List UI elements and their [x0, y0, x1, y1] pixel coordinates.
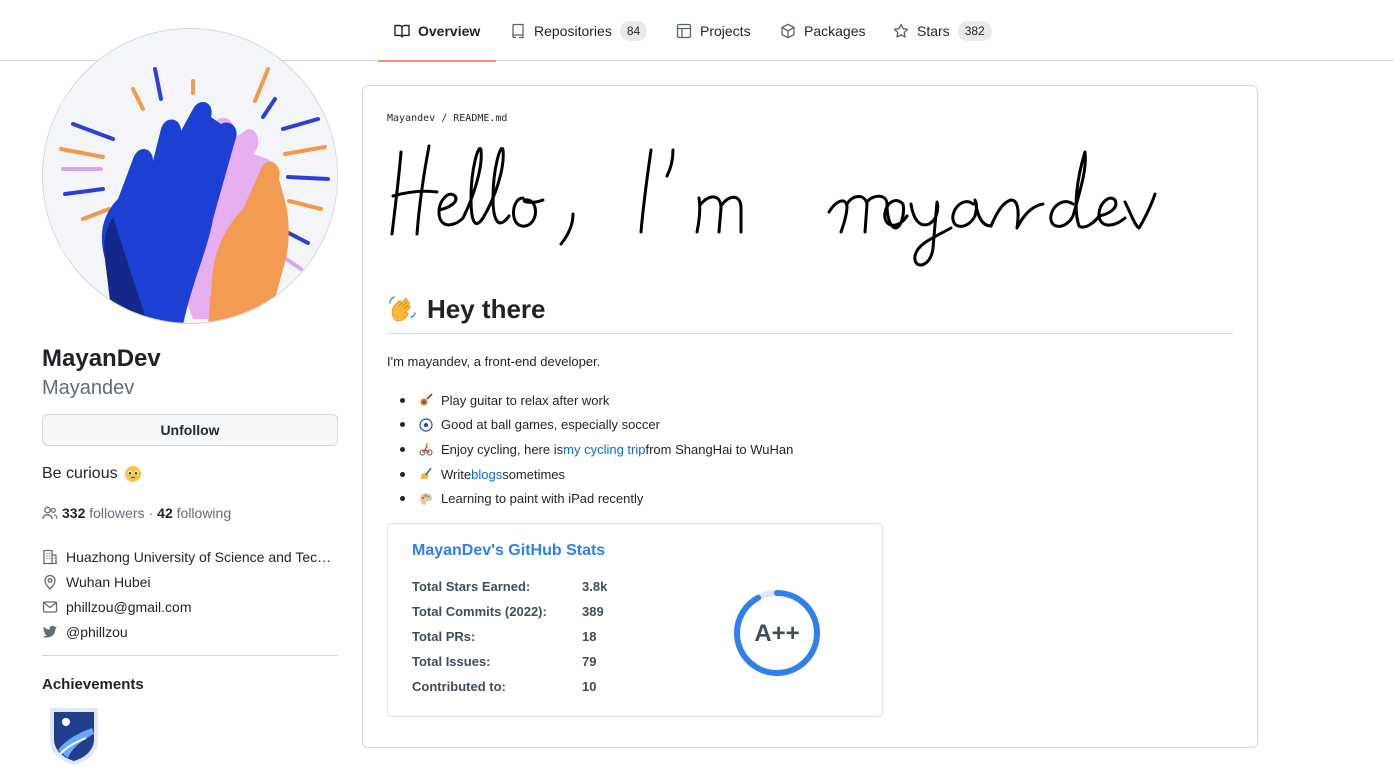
readme-hobbies-list: Play guitar to relax after work Good at …: [387, 388, 793, 511]
hobby-text-after: from ShangHai to WuHan: [645, 441, 794, 457]
stats-value: 79: [582, 654, 597, 669]
organization-text: Huazhong University of Science and Techn…: [66, 548, 338, 565]
star-icon: [893, 23, 909, 38]
hobby-text: Good at ball games, especially soccer: [441, 417, 660, 433]
profile-username: Mayandev: [42, 377, 135, 399]
stats-row: Total PRs: 18: [412, 629, 596, 644]
stats-row: Total Stars Earned: 3.8k: [412, 579, 607, 594]
stats-value: 10: [582, 679, 597, 694]
high-five-illustration: [43, 29, 337, 323]
stats-label: Total Stars Earned:: [412, 579, 531, 594]
stars-count: 382: [957, 20, 992, 41]
achievement-badge[interactable]: [46, 704, 102, 766]
hobby-text: Play guitar to relax after work: [441, 392, 610, 408]
palette-emoji-icon: [420, 492, 432, 505]
email-link[interactable]: phillzou@gmail.com: [66, 599, 191, 615]
readme-file-link[interactable]: README.md: [453, 113, 507, 124]
readme-heading-text: Hey there: [427, 294, 546, 324]
stats-title: MayanDev's GitHub Stats: [412, 542, 606, 559]
organization-item: Huazhong University of Science and Techn…: [42, 544, 338, 569]
waving-hand-emoji-icon: [389, 295, 416, 321]
profile-readme: Mayandev / README.md Hey there I'm mayan…: [362, 85, 1258, 748]
unfollow-button[interactable]: Unfollow: [42, 414, 338, 446]
repo-icon: [512, 23, 524, 38]
location-icon: [44, 574, 56, 590]
package-icon: [781, 23, 795, 38]
bio-text: Be curious: [42, 465, 118, 482]
tab-stars-label: Stars: [917, 22, 950, 39]
project-table-icon: [676, 23, 692, 38]
location-text: Wuhan Hubei: [66, 573, 151, 590]
handwritten-greeting-image: [390, 144, 1157, 267]
hobby-text: Write: [441, 466, 472, 482]
tab-packages[interactable]: Packages: [780, 0, 865, 61]
follow-separator: ·: [148, 505, 154, 521]
readme-owner-link[interactable]: Mayandev: [387, 113, 435, 124]
twitter-item[interactable]: @phillzou: [42, 619, 338, 644]
achievements-title: Achievements: [42, 676, 144, 693]
list-item: Play guitar to relax after work: [387, 388, 793, 413]
hobby-text-after: sometimes: [502, 466, 566, 482]
twitter-link[interactable]: @phillzou: [66, 624, 128, 640]
hobby-text: Learning to paint with iPad recently: [441, 491, 644, 507]
sidebar-divider: [42, 655, 338, 656]
stats-label: Total PRs:: [412, 629, 476, 644]
following-label: following: [176, 505, 232, 521]
list-item: Good at ball games, especially soccer: [387, 413, 793, 438]
list-item: Enjoy cycling, here is my cycling trip f…: [387, 437, 793, 462]
github-stats-card[interactable]: MayanDev's GitHub Stats Total Stars Earn…: [387, 523, 883, 717]
readme-intro: I'm mayandev, a front-end developer.: [387, 354, 601, 369]
followers-link[interactable]: 332 followers: [62, 505, 145, 521]
tab-repositories-label: Repositories: [534, 22, 612, 39]
location-item: Wuhan Hubei: [42, 569, 338, 594]
cycling-trip-link[interactable]: my cycling trip: [563, 442, 645, 457]
rank-text: A++: [754, 620, 799, 647]
follow-stats: 332 followers · 42 following: [42, 504, 231, 522]
people-icon: [42, 506, 58, 520]
followers-count: 332: [62, 505, 86, 521]
mail-icon: [42, 600, 58, 613]
tab-overview[interactable]: Overview: [377, 0, 497, 62]
profile-bio: Be curious: [42, 465, 142, 483]
hobby-text: Enjoy cycling, here is: [441, 441, 564, 457]
rank-ring: A++: [734, 590, 820, 676]
profile-details: Huazhong University of Science and Techn…: [42, 544, 338, 644]
followers-label: followers: [89, 505, 145, 521]
stats-value: 389: [582, 604, 604, 619]
stats-label: Total Issues:: [412, 654, 491, 669]
tab-overview-label: Overview: [418, 22, 481, 39]
profile-fullname: MayanDev: [42, 345, 161, 372]
blogs-link[interactable]: blogs: [471, 467, 502, 482]
stats-value: 3.8k: [582, 579, 608, 594]
following-link[interactable]: 42 following: [157, 505, 231, 521]
tab-stars[interactable]: Stars 382: [893, 0, 992, 61]
list-item: Learning to paint with iPad recently: [387, 486, 793, 511]
organization-icon: [43, 549, 57, 564]
pleading-face-emoji-icon: [124, 466, 141, 482]
stats-row: Total Commits (2022): 389: [412, 604, 604, 619]
tab-projects-label: Projects: [700, 22, 751, 39]
tab-repositories[interactable]: Repositories 84: [510, 0, 648, 61]
stats-label: Total Commits (2022):: [412, 604, 547, 619]
soccer-ball-emoji-icon: [419, 418, 433, 432]
writing-hand-emoji-icon: [420, 467, 432, 480]
stats-value: 18: [582, 629, 597, 644]
email-item[interactable]: phillzou@gmail.com: [42, 594, 338, 619]
repositories-count: 84: [619, 20, 648, 41]
stats-row: Total Issues: 79: [412, 654, 596, 669]
cyclist-emoji-icon: [419, 443, 433, 456]
stats-label: Contributed to:: [412, 679, 506, 694]
readme-path: Mayandev / README.md: [387, 113, 507, 124]
tab-packages-label: Packages: [804, 22, 866, 39]
twitter-icon: [42, 625, 57, 637]
guitar-emoji-icon: [420, 393, 433, 406]
readme-path-sep: /: [441, 113, 448, 124]
stats-row: Contributed to: 10: [412, 679, 596, 694]
tab-projects[interactable]: Projects: [676, 0, 751, 61]
avatar[interactable]: [42, 28, 338, 324]
readme-heading: Hey there: [387, 294, 1233, 334]
following-count: 42: [157, 505, 173, 521]
list-item: Write blogs sometimes: [387, 462, 793, 487]
book-icon: [394, 24, 410, 38]
